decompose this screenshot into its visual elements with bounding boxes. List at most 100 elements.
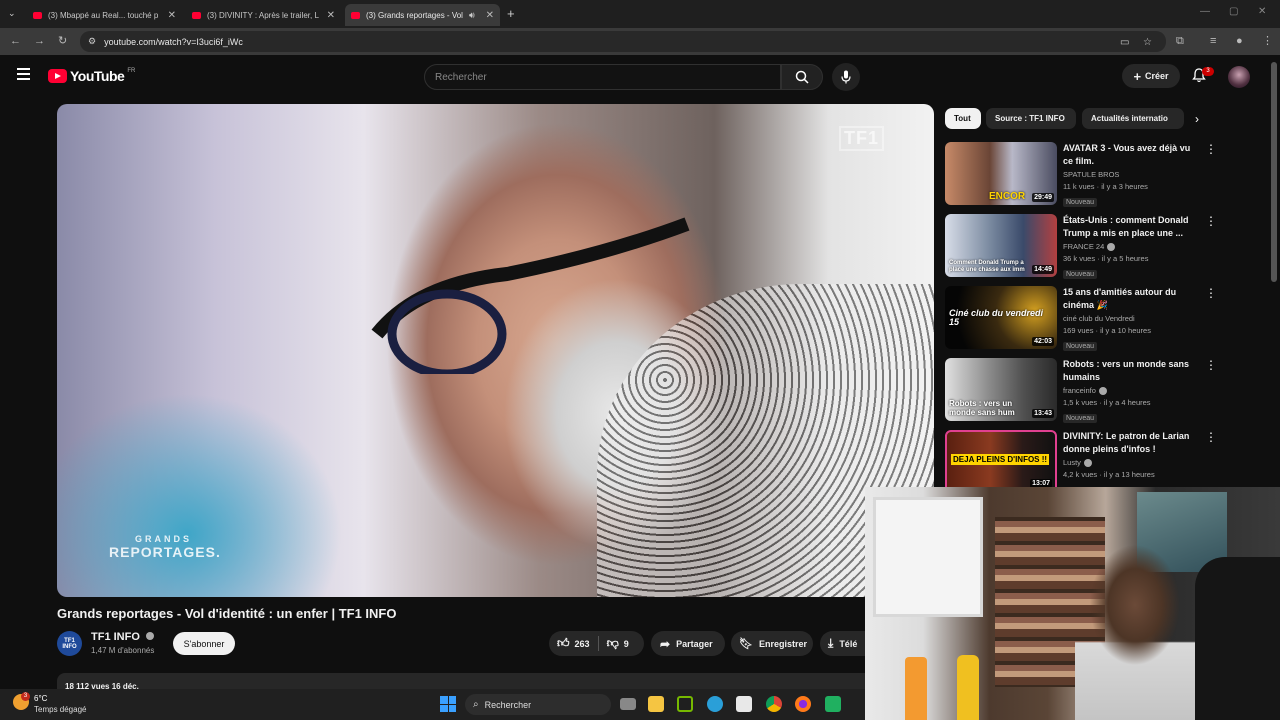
dislike-button[interactable]: 👎︎ 9	[607, 636, 629, 651]
weather-description: Temps dégagé	[34, 705, 87, 714]
omnibox[interactable]: ⚙ youtube.com/watch?v=I3uci6f_iWc ▭ ☆	[80, 31, 1166, 52]
chevron-right-icon[interactable]: ›	[1188, 110, 1206, 128]
close-tab-icon[interactable]: ✕	[162, 10, 176, 21]
youtube-favicon-icon	[33, 11, 42, 19]
video-meta: 4,2 k vues · il y a 13 heures	[1063, 470, 1155, 479]
maximize-icon[interactable]: ▢	[1229, 6, 1238, 17]
store-icon[interactable]	[736, 696, 752, 712]
thumbs-up-icon: 👍︎	[557, 636, 570, 650]
recommended-video[interactable]: Robots : vers un monde sans hum 13:43 Ro…	[945, 358, 1217, 426]
browser-address-bar: ← → ↻ ⚙ youtube.com/watch?v=I3uci6f_iWc …	[0, 28, 1280, 55]
video-thumbnail[interactable]: Ciné club du vendredi 15 42:03	[945, 286, 1057, 349]
bookmark-icon: 🔖︎	[739, 638, 753, 650]
weather-badge: 3	[21, 692, 30, 701]
browser-tab-3[interactable]: (3) Grands reportages - Vol 🔊︎ ✕	[345, 4, 500, 26]
search-icon: ⌕	[473, 699, 479, 710]
subscribe-button[interactable]: S'abonner	[173, 632, 235, 655]
search-icon	[795, 70, 809, 84]
recommended-video[interactable]: ENCOR 29:49 AVATAR 3 - Vous avez déjà vu…	[945, 142, 1217, 210]
minimize-icon[interactable]: —	[1200, 6, 1210, 17]
video-title: AVATAR 3 - Vous avez déjà vu ce film.	[1063, 143, 1191, 166]
overlay-line-1: GRANDS	[135, 534, 193, 544]
extensions-icon[interactable]: ⧉	[1176, 35, 1184, 47]
thumbnail-text: Ciné club du vendredi 15	[949, 308, 1044, 327]
thumbs-down-icon: 👎︎	[606, 636, 619, 650]
verified-icon	[1098, 386, 1107, 395]
verified-icon	[1083, 458, 1092, 467]
back-icon[interactable]: ←	[10, 35, 21, 47]
windows-taskbar: 3 6°C Temps dégagé ⌕ Rechercher	[0, 689, 865, 720]
chrome-icon[interactable]	[766, 696, 782, 712]
chip-all[interactable]: Tout	[945, 108, 981, 129]
new-tab-icon[interactable]: +	[507, 6, 515, 21]
channel-name: ciné club du Vendredi	[1063, 314, 1135, 323]
youtube-logo[interactable]: YouTube FR	[48, 68, 135, 84]
video-player[interactable]: TF1 GRANDS REPORTAGES.	[57, 104, 934, 597]
forward-icon[interactable]: →	[34, 35, 45, 47]
firefox-icon[interactable]	[795, 696, 811, 712]
taskbar-search[interactable]: ⌕ Rechercher	[465, 694, 611, 715]
channel-avatar[interactable]: TF1 INFO	[57, 631, 82, 656]
video-title: Grands reportages - Vol d'identité : un …	[57, 606, 397, 621]
new-badge: Nouveau	[1063, 198, 1098, 207]
tab-list-chevron-icon[interactable]: ⌄	[8, 8, 16, 19]
windows-start-icon[interactable]	[440, 696, 456, 712]
search-button[interactable]	[781, 64, 823, 90]
video-thumbnail[interactable]: ENCOR 29:49	[945, 142, 1057, 205]
site-info-icon[interactable]: ⚙	[88, 36, 96, 47]
channel-name: Lusty	[1063, 458, 1193, 467]
reload-icon[interactable]: ↻	[58, 35, 67, 47]
more-options-icon[interactable]: ⋮	[1205, 215, 1217, 227]
browser-tab-1[interactable]: (3) Mbappé au Real... touché p ✕	[27, 4, 182, 26]
like-button[interactable]: 👍︎ 263	[557, 636, 590, 651]
voice-search-button[interactable]	[832, 63, 860, 91]
task-view-icon[interactable]	[620, 698, 636, 710]
create-button[interactable]: + Créer	[1122, 64, 1180, 88]
more-options-icon[interactable]: ⋮	[1205, 287, 1217, 299]
edge-icon[interactable]	[707, 696, 723, 712]
search-input[interactable]: Rechercher	[424, 64, 781, 90]
audio-playing-icon[interactable]: 🔊︎	[469, 10, 475, 21]
thumbnail-text: DEJA PLEINS D'INFOS !!	[951, 454, 1050, 465]
video-info: États-Unis : comment Donald Trump a mis …	[1063, 214, 1193, 281]
video-duration: 13:43	[1032, 409, 1054, 418]
hamburger-menu-icon[interactable]	[17, 68, 30, 80]
webcam-streamer	[1075, 545, 1195, 720]
verified-icon	[145, 632, 154, 640]
page-scrollbar[interactable]	[1271, 62, 1277, 282]
nvidia-icon[interactable]	[677, 696, 693, 712]
more-options-icon[interactable]: ⋮	[1205, 431, 1217, 443]
video-thumbnail[interactable]: Robots : vers un monde sans hum 13:43	[945, 358, 1057, 421]
channel-name-text: TF1 INFO	[91, 631, 140, 643]
close-tab-icon[interactable]: ✕	[480, 10, 494, 21]
grands-reportages-logo: GRANDS REPORTAGES.	[109, 534, 221, 560]
recommended-video[interactable]: Ciné club du vendredi 15 42:03 15 ans d'…	[945, 286, 1217, 354]
file-explorer-icon[interactable]	[648, 696, 664, 712]
account-avatar[interactable]	[1228, 66, 1250, 88]
close-tab-icon[interactable]: ✕	[321, 10, 335, 21]
browser-menu-icon[interactable]: ⋮	[1262, 35, 1273, 47]
cast-icon[interactable]: ▭	[1120, 37, 1129, 48]
webcam-bottle	[905, 657, 927, 720]
more-options-icon[interactable]: ⋮	[1205, 143, 1217, 155]
share-button[interactable]: ➦ Partager	[651, 631, 725, 656]
microphone-icon	[841, 70, 851, 84]
bookmark-star-icon[interactable]: ☆	[1143, 37, 1152, 48]
chip-source-tf1[interactable]: Source : TF1 INFO	[986, 108, 1076, 129]
browser-tab-2[interactable]: (3) DIVINITY : Après le trailer, L ✕	[186, 4, 341, 26]
share-label: Partager	[676, 638, 713, 649]
create-label: Créer	[1145, 71, 1169, 81]
save-button[interactable]: 🔖︎ Enregistrer	[731, 631, 813, 656]
video-thumbnail[interactable]: DEJA PLEINS D'INFOS !! 13:07	[945, 430, 1057, 493]
tab-search-icon[interactable]: ≡	[1210, 35, 1216, 47]
webcam-window	[873, 497, 983, 617]
video-thumbnail[interactable]: Comment Donald Trump a placé une chasse …	[945, 214, 1057, 277]
chip-international-news[interactable]: Actualités internatio	[1082, 108, 1184, 129]
profile-icon[interactable]: ●	[1236, 35, 1243, 47]
app-icon[interactable]	[825, 696, 841, 712]
close-window-icon[interactable]: ✕	[1258, 6, 1266, 17]
more-options-icon[interactable]: ⋮	[1205, 359, 1217, 371]
recommended-video[interactable]: Comment Donald Trump a placé une chasse …	[945, 214, 1217, 282]
new-badge: Nouveau	[1063, 342, 1098, 351]
channel-name[interactable]: TF1 INFO	[91, 631, 154, 643]
